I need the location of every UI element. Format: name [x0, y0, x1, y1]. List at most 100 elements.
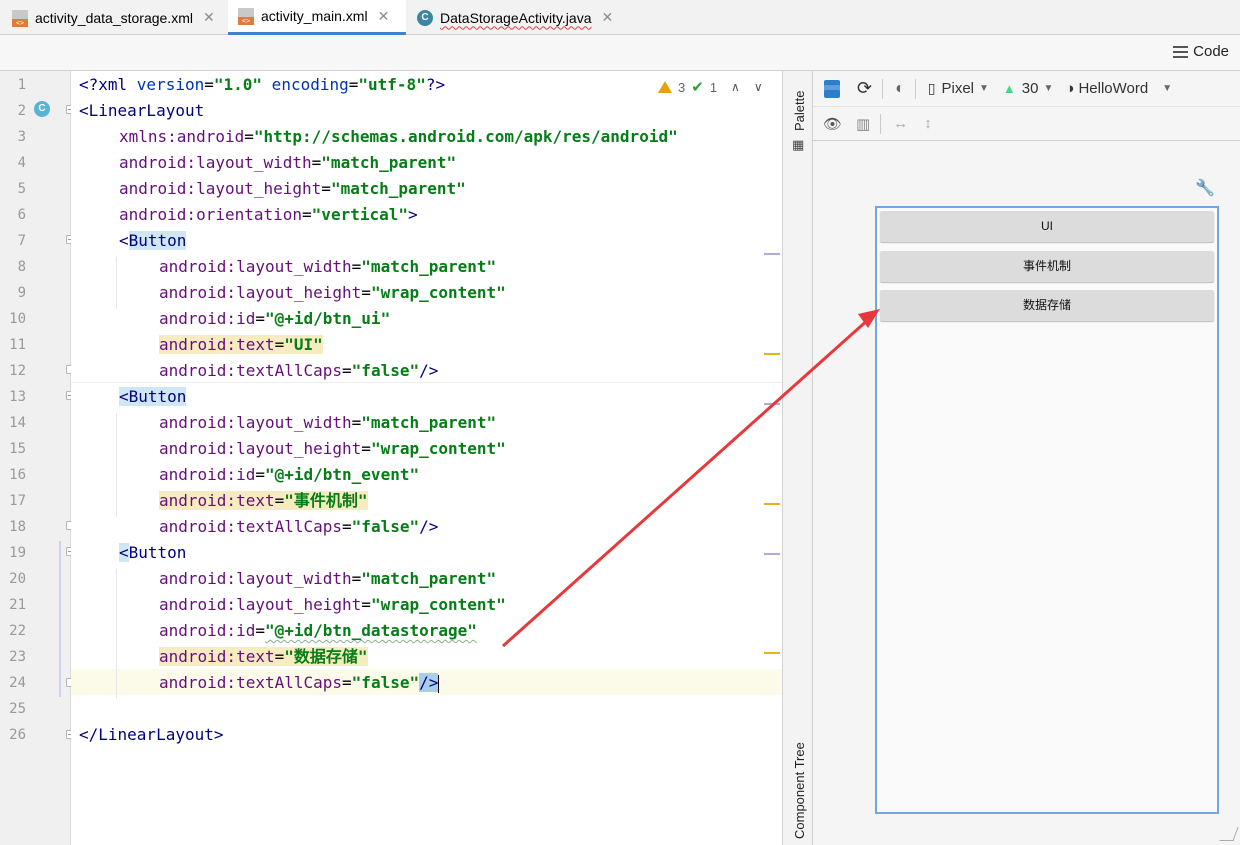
tab-label: DataStorageActivity.java	[440, 9, 592, 26]
code-line-21: android:layout_height="wrap_content"	[159, 595, 506, 614]
code-line-16: android:id="@+id/btn_event"	[159, 465, 420, 484]
scroll-marker[interactable]	[764, 403, 780, 405]
night-mode-icon[interactable]: ◐	[895, 80, 905, 98]
next-highlight-icon[interactable]: ∨	[754, 80, 763, 94]
code-line-7: <Button	[119, 231, 187, 250]
toolbar-separator	[880, 113, 882, 134]
blueprint-icon[interactable]: ▥	[856, 115, 870, 133]
android-icon: ▲	[1002, 81, 1016, 96]
code-line-22: android:id="@+id/btn_datastorage"	[159, 621, 477, 640]
toolbar-separator	[882, 78, 884, 99]
layout-design-panel: ⟳ ◐ ▯ Pixel ▼ ▲ 30 ▼ ◑ HelloWord ▼ 👁 ▥ ↔…	[813, 71, 1240, 845]
line-number: 3	[17, 129, 26, 145]
close-icon[interactable]: ✕	[601, 9, 613, 26]
pan-vertical-icon[interactable]: ↕	[924, 115, 932, 132]
inspection-widget[interactable]: 3 ✔ 1 ∧ ∨	[658, 78, 763, 96]
api-level-selector[interactable]: ▲ 30 ▼	[1003, 80, 1053, 97]
chevron-down-icon: ▼	[979, 83, 989, 94]
pan-horizontal-icon[interactable]: ↔	[893, 115, 908, 132]
warning-count: 3	[678, 79, 686, 95]
code-view-icon	[1173, 45, 1189, 58]
code-line-5: android:layout_height="match_parent"	[119, 179, 466, 198]
theme-selector[interactable]: ◑ HelloWord ▼	[1065, 80, 1172, 97]
code-line-26: </LinearLayout>	[79, 725, 224, 744]
code-line-1: <?xml version="1.0" encoding="utf-8"?>	[79, 75, 446, 94]
line-number: 11	[9, 337, 26, 353]
line-number: 15	[9, 441, 26, 457]
tab-datastorageactivity-java[interactable]: C DataStorageActivity.java ✕	[407, 0, 635, 35]
line-number: 23	[9, 649, 26, 665]
preview-button-event[interactable]: 事件机制	[880, 251, 1214, 282]
code-line-4: android:layout_width="match_parent"	[119, 153, 457, 172]
scroll-marker[interactable]	[764, 253, 780, 255]
code-line-23: android:text="数据存储"	[159, 647, 368, 666]
scroll-marker[interactable]	[764, 353, 780, 355]
design-surface-icon[interactable]	[823, 79, 843, 99]
close-icon[interactable]: ✕	[378, 8, 390, 25]
line-number: 13	[9, 389, 26, 405]
code-line-2: <LinearLayout	[79, 101, 205, 120]
tab-activity-data-storage-xml[interactable]: activity_data_storage.xml ✕	[2, 0, 228, 35]
line-number: 25	[9, 701, 26, 717]
line-number: 22	[9, 623, 26, 639]
close-icon[interactable]: ✕	[203, 9, 215, 26]
code-line-10: android:id="@+id/btn_ui"	[159, 309, 391, 328]
code-line-24: android:textAllCaps="false"/>	[159, 673, 440, 693]
line-number: 5	[17, 181, 26, 197]
line-number: 7	[17, 233, 26, 249]
code-line-18: android:textAllCaps="false"/>	[159, 517, 439, 536]
line-number: 8	[17, 259, 26, 275]
line-number: 9	[17, 285, 26, 301]
line-number: 20	[9, 571, 26, 587]
tab-activity-main-xml[interactable]: activity_main.xml ✕	[228, 0, 406, 35]
device-preview[interactable]: UI 事件机制 数据存储	[875, 206, 1219, 814]
code-line-17: android:text="事件机制"	[159, 491, 368, 510]
preview-button-ui[interactable]: UI	[880, 211, 1214, 242]
line-number: 12	[9, 363, 26, 379]
code-view-button[interactable]: Code	[1173, 43, 1229, 60]
java-class-icon: C	[417, 9, 433, 26]
phone-icon: ▯	[927, 80, 936, 96]
line-number: 14	[9, 415, 26, 431]
code-line-19: <Button	[119, 543, 187, 562]
line-number: 6	[17, 207, 26, 223]
weak-warning-icon: ✔	[691, 79, 704, 96]
xml-file-icon	[238, 8, 254, 25]
change-marker	[59, 541, 61, 697]
resize-handle-icon[interactable]	[1219, 827, 1239, 841]
code-line-6: android:orientation="vertical">	[119, 205, 418, 224]
line-number: 1	[17, 77, 26, 93]
tab-label: activity_data_storage.xml	[35, 9, 193, 26]
class-gutter-icon[interactable]: C	[34, 101, 50, 117]
view-options-icon[interactable]: 👁	[823, 115, 842, 133]
component-tree-tab[interactable]: Component Tree	[792, 742, 807, 839]
wrench-icon[interactable]: 🔧	[1195, 178, 1215, 198]
line-number-gutter: 1 2 3 4 5 6 7 8 9 10 11 12 13 14 15 16 1…	[0, 71, 71, 845]
device-selector[interactable]: ▯ Pixel ▼	[928, 80, 989, 97]
indent-guide	[116, 413, 117, 517]
previous-highlight-icon[interactable]: ∧	[731, 80, 740, 94]
xml-file-icon	[12, 9, 28, 27]
code-line-8: android:layout_width="match_parent"	[159, 257, 497, 276]
text-caret	[438, 674, 440, 693]
view-options-toolbar: 👁 ▥ ↔ ↕	[813, 107, 1240, 141]
orientation-icon[interactable]: ⟳	[857, 78, 872, 99]
toolbar-separator	[914, 78, 916, 99]
weak-warning-count: 1	[709, 79, 718, 95]
line-number: 17	[9, 493, 26, 509]
palette-tab[interactable]: Palette	[792, 91, 807, 131]
line-number: 24	[9, 675, 26, 691]
preview-button-datastorage[interactable]: 数据存储	[880, 290, 1214, 321]
code-editor[interactable]: <?xml version="1.0" encoding="utf-8"?> <…	[71, 71, 782, 845]
scroll-marker[interactable]	[764, 503, 780, 505]
scroll-marker[interactable]	[764, 553, 780, 555]
code-line-13: <Button	[119, 387, 187, 406]
tab-label: activity_main.xml	[261, 8, 368, 24]
editor-mode-toolbar: Code	[0, 35, 1240, 71]
chevron-down-icon: ▼	[1162, 83, 1173, 94]
code-line-20: android:layout_width="match_parent"	[159, 569, 497, 588]
code-line-3: xmlns:android="http://schemas.android.co…	[119, 127, 678, 146]
scroll-marker[interactable]	[764, 652, 780, 654]
line-number: 19	[9, 545, 26, 561]
line-number: 16	[9, 467, 26, 483]
